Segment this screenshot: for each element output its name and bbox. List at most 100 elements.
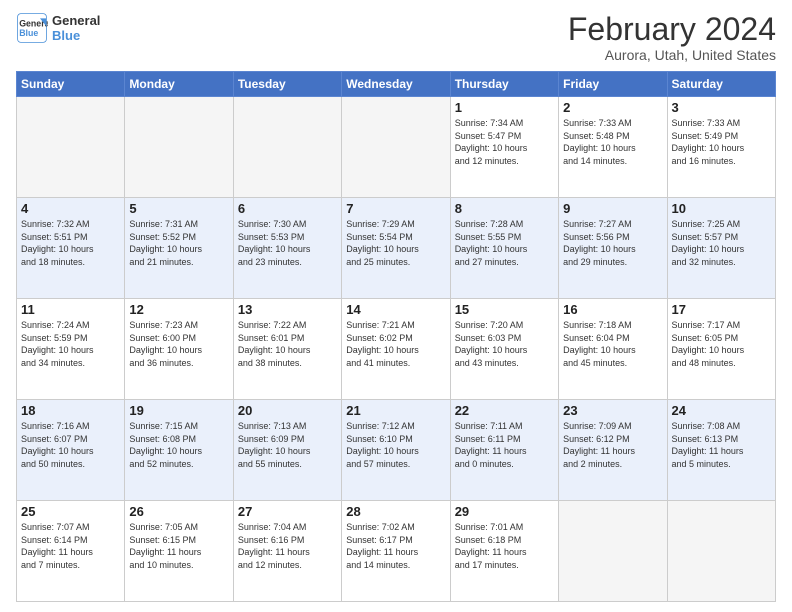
day-info: Sunrise: 7:16 AM Sunset: 6:07 PM Dayligh… bbox=[21, 420, 120, 470]
day-number: 1 bbox=[455, 100, 554, 115]
calendar-day: 16Sunrise: 7:18 AM Sunset: 6:04 PM Dayli… bbox=[559, 299, 667, 400]
day-number: 19 bbox=[129, 403, 228, 418]
calendar-day: 25 Sunrise: 7:07 AM Sunset: 6:14 PM Dayli… bbox=[17, 501, 125, 602]
day-info: Sunrise: 7:22 AM Sunset: 6:01 PM Dayligh… bbox=[238, 319, 337, 369]
day-number: 8 bbox=[455, 201, 554, 216]
calendar-week-row: 11 Sunrise: 7:24 AM Sunset: 5:59 PM Dayli… bbox=[17, 299, 776, 400]
calendar-day: 19Sunrise: 7:15 AM Sunset: 6:08 PM Dayli… bbox=[125, 400, 233, 501]
calendar-body: 1Sunrise: 7:34 AM Sunset: 5:47 PM Daylig… bbox=[17, 97, 776, 602]
logo: General Blue General Blue bbox=[16, 12, 100, 44]
day-info: Sunrise: 7:13 AM Sunset: 6:09 PM Dayligh… bbox=[238, 420, 337, 470]
month-title: February 2024 bbox=[568, 12, 776, 47]
calendar-day: 22Sunrise: 7:11 AM Sunset: 6:11 PM Dayli… bbox=[450, 400, 558, 501]
day-number: 29 bbox=[455, 504, 554, 519]
day-info: Sunrise: 7:05 AM Sunset: 6:15 PM Dayligh… bbox=[129, 521, 228, 571]
calendar-day: 21Sunrise: 7:12 AM Sunset: 6:10 PM Dayli… bbox=[342, 400, 450, 501]
day-number: 7 bbox=[346, 201, 445, 216]
header: General Blue General Blue February 2024 … bbox=[16, 12, 776, 63]
day-info: Sunrise: 7:08 AM Sunset: 6:13 PM Dayligh… bbox=[672, 420, 771, 470]
day-number: 15 bbox=[455, 302, 554, 317]
day-number: 3 bbox=[672, 100, 771, 115]
calendar-day: 7 Sunrise: 7:29 AM Sunset: 5:54 PM Daylig… bbox=[342, 198, 450, 299]
header-wednesday: Wednesday bbox=[342, 72, 450, 97]
calendar-day: 4 Sunrise: 7:32 AM Sunset: 5:51 PM Daylig… bbox=[17, 198, 125, 299]
day-info: Sunrise: 7:31 AM Sunset: 5:52 PM Dayligh… bbox=[129, 218, 228, 268]
day-info: Sunrise: 7:17 AM Sunset: 6:05 PM Dayligh… bbox=[672, 319, 771, 369]
day-info: Sunrise: 7:21 AM Sunset: 6:02 PM Dayligh… bbox=[346, 319, 445, 369]
day-number: 9 bbox=[563, 201, 662, 216]
calendar-day bbox=[233, 97, 341, 198]
header-thursday: Thursday bbox=[450, 72, 558, 97]
day-info: Sunrise: 7:24 AM Sunset: 5:59 PM Dayligh… bbox=[21, 319, 120, 369]
svg-text:Blue: Blue bbox=[19, 28, 38, 38]
day-info: Sunrise: 7:27 AM Sunset: 5:56 PM Dayligh… bbox=[563, 218, 662, 268]
calendar-day: 11 Sunrise: 7:24 AM Sunset: 5:59 PM Dayli… bbox=[17, 299, 125, 400]
calendar-day bbox=[559, 501, 667, 602]
title-block: February 2024 Aurora, Utah, United State… bbox=[568, 12, 776, 63]
day-info: Sunrise: 7:33 AM Sunset: 5:48 PM Dayligh… bbox=[563, 117, 662, 167]
calendar-day: 2Sunrise: 7:33 AM Sunset: 5:48 PM Daylig… bbox=[559, 97, 667, 198]
calendar-week-row: 25 Sunrise: 7:07 AM Sunset: 6:14 PM Dayli… bbox=[17, 501, 776, 602]
day-number: 5 bbox=[129, 201, 228, 216]
calendar-day: 24Sunrise: 7:08 AM Sunset: 6:13 PM Dayli… bbox=[667, 400, 775, 501]
day-info: Sunrise: 7:30 AM Sunset: 5:53 PM Dayligh… bbox=[238, 218, 337, 268]
day-info: Sunrise: 7:23 AM Sunset: 6:00 PM Dayligh… bbox=[129, 319, 228, 369]
day-info: Sunrise: 7:29 AM Sunset: 5:54 PM Dayligh… bbox=[346, 218, 445, 268]
calendar-header-row: SundayMondayTuesdayWednesdayThursdayFrid… bbox=[17, 72, 776, 97]
logo-blue: Blue bbox=[52, 28, 100, 43]
day-number: 25 bbox=[21, 504, 120, 519]
day-info: Sunrise: 7:11 AM Sunset: 6:11 PM Dayligh… bbox=[455, 420, 554, 470]
calendar-day: 20 Sunrise: 7:13 AM Sunset: 6:09 PM Dayli… bbox=[233, 400, 341, 501]
header-saturday: Saturday bbox=[667, 72, 775, 97]
location-subtitle: Aurora, Utah, United States bbox=[568, 47, 776, 63]
calendar-day: 3 Sunrise: 7:33 AM Sunset: 5:49 PM Daylig… bbox=[667, 97, 775, 198]
day-info: Sunrise: 7:02 AM Sunset: 6:17 PM Dayligh… bbox=[346, 521, 445, 571]
day-info: Sunrise: 7:32 AM Sunset: 5:51 PM Dayligh… bbox=[21, 218, 120, 268]
day-info: Sunrise: 7:25 AM Sunset: 5:57 PM Dayligh… bbox=[672, 218, 771, 268]
calendar-week-row: 18Sunrise: 7:16 AM Sunset: 6:07 PM Dayli… bbox=[17, 400, 776, 501]
day-info: Sunrise: 7:09 AM Sunset: 6:12 PM Dayligh… bbox=[563, 420, 662, 470]
calendar-day: 18Sunrise: 7:16 AM Sunset: 6:07 PM Dayli… bbox=[17, 400, 125, 501]
day-number: 12 bbox=[129, 302, 228, 317]
day-info: Sunrise: 7:01 AM Sunset: 6:18 PM Dayligh… bbox=[455, 521, 554, 571]
calendar-day: 13 Sunrise: 7:22 AM Sunset: 6:01 PM Dayli… bbox=[233, 299, 341, 400]
day-number: 17 bbox=[672, 302, 771, 317]
calendar-day: 8 Sunrise: 7:28 AM Sunset: 5:55 PM Daylig… bbox=[450, 198, 558, 299]
calendar-day: 26 Sunrise: 7:05 AM Sunset: 6:15 PM Dayli… bbox=[125, 501, 233, 602]
logo-icon: General Blue bbox=[16, 12, 48, 44]
day-info: Sunrise: 7:28 AM Sunset: 5:55 PM Dayligh… bbox=[455, 218, 554, 268]
calendar-week-row: 1Sunrise: 7:34 AM Sunset: 5:47 PM Daylig… bbox=[17, 97, 776, 198]
day-info: Sunrise: 7:18 AM Sunset: 6:04 PM Dayligh… bbox=[563, 319, 662, 369]
calendar-day: 27Sunrise: 7:04 AM Sunset: 6:16 PM Dayli… bbox=[233, 501, 341, 602]
calendar-day: 10 Sunrise: 7:25 AM Sunset: 5:57 PM Dayli… bbox=[667, 198, 775, 299]
calendar-table: SundayMondayTuesdayWednesdayThursdayFrid… bbox=[16, 71, 776, 602]
calendar-day bbox=[125, 97, 233, 198]
day-number: 6 bbox=[238, 201, 337, 216]
day-number: 20 bbox=[238, 403, 337, 418]
day-info: Sunrise: 7:33 AM Sunset: 5:49 PM Dayligh… bbox=[672, 117, 771, 167]
day-number: 23 bbox=[563, 403, 662, 418]
header-monday: Monday bbox=[125, 72, 233, 97]
header-sunday: Sunday bbox=[17, 72, 125, 97]
day-number: 14 bbox=[346, 302, 445, 317]
day-info: Sunrise: 7:12 AM Sunset: 6:10 PM Dayligh… bbox=[346, 420, 445, 470]
day-number: 27 bbox=[238, 504, 337, 519]
day-number: 4 bbox=[21, 201, 120, 216]
calendar-day: 12 Sunrise: 7:23 AM Sunset: 6:00 PM Dayli… bbox=[125, 299, 233, 400]
calendar-day: 17 Sunrise: 7:17 AM Sunset: 6:05 PM Dayli… bbox=[667, 299, 775, 400]
calendar-day: 1Sunrise: 7:34 AM Sunset: 5:47 PM Daylig… bbox=[450, 97, 558, 198]
header-friday: Friday bbox=[559, 72, 667, 97]
calendar-day: 9 Sunrise: 7:27 AM Sunset: 5:56 PM Daylig… bbox=[559, 198, 667, 299]
day-number: 11 bbox=[21, 302, 120, 317]
calendar-week-row: 4 Sunrise: 7:32 AM Sunset: 5:51 PM Daylig… bbox=[17, 198, 776, 299]
day-info: Sunrise: 7:20 AM Sunset: 6:03 PM Dayligh… bbox=[455, 319, 554, 369]
day-number: 13 bbox=[238, 302, 337, 317]
day-info: Sunrise: 7:07 AM Sunset: 6:14 PM Dayligh… bbox=[21, 521, 120, 571]
header-tuesday: Tuesday bbox=[233, 72, 341, 97]
day-number: 10 bbox=[672, 201, 771, 216]
calendar-day: 28Sunrise: 7:02 AM Sunset: 6:17 PM Dayli… bbox=[342, 501, 450, 602]
logo-general: General bbox=[52, 13, 100, 28]
calendar-day bbox=[667, 501, 775, 602]
calendar-day: 15 Sunrise: 7:20 AM Sunset: 6:03 PM Dayli… bbox=[450, 299, 558, 400]
day-number: 26 bbox=[129, 504, 228, 519]
